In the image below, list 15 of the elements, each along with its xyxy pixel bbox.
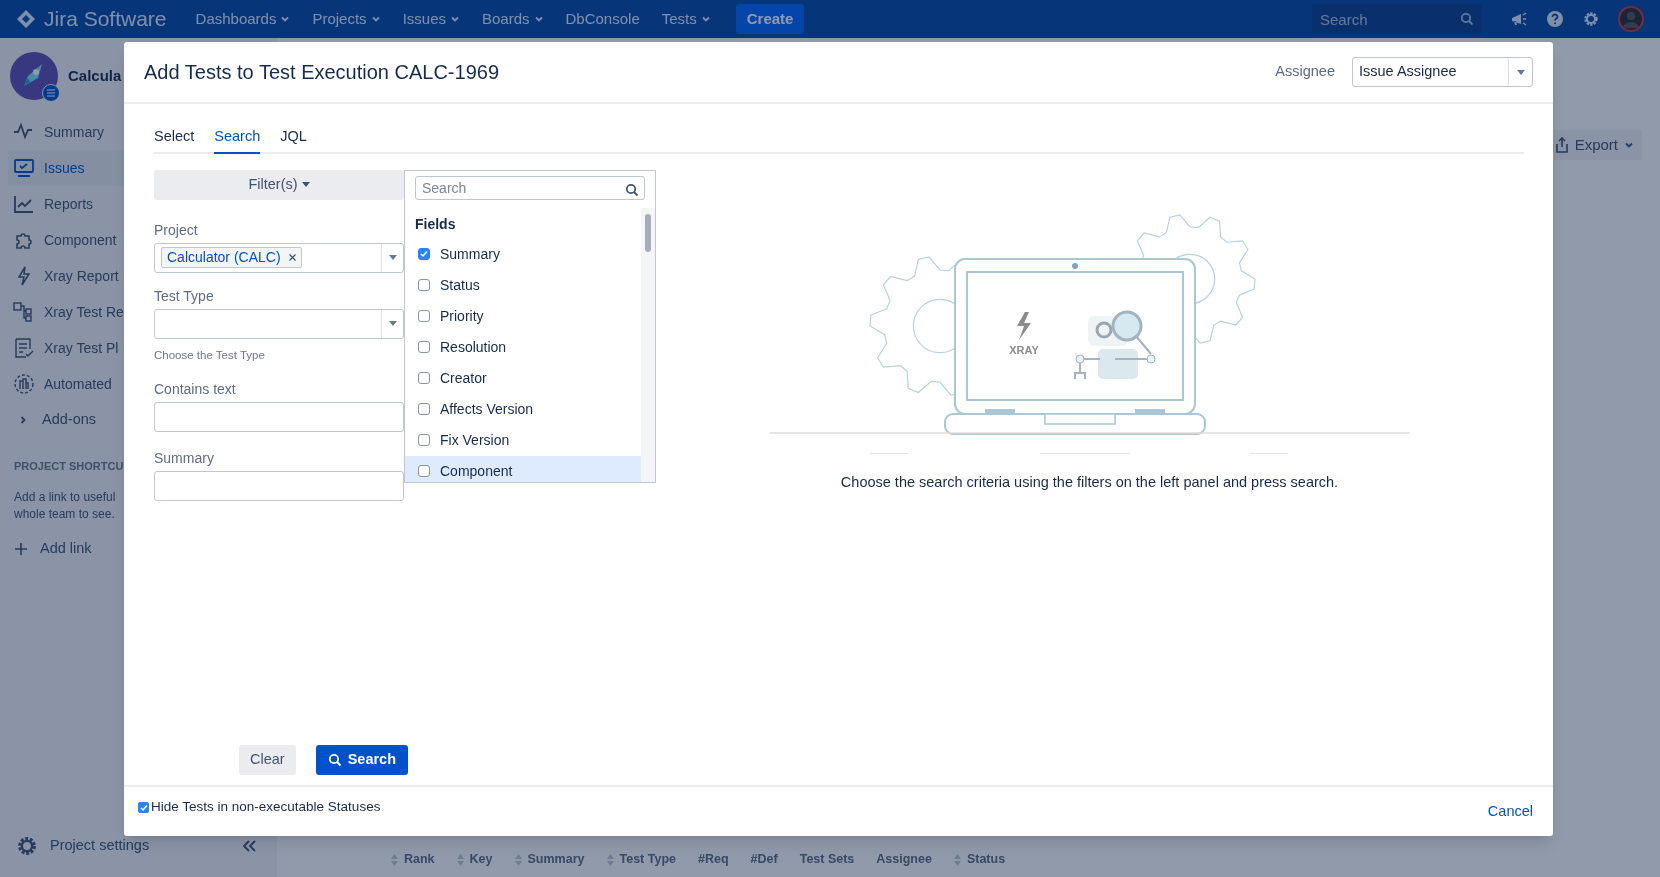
shortcut-hint-text: Add a link to useful <box>14 488 116 506</box>
assignee-label: Assignee <box>1275 62 1335 82</box>
empty-state-message: Choose the search criteria using the filters on the left panel and press search. <box>840 472 1339 492</box>
field-group-heading: Fields <box>414 214 457 234</box>
dialog-title: Add Tests to Test Execution CALC-1969 <box>144 60 500 85</box>
product-logo: Jira Software <box>44 6 167 33</box>
field-hint: Choose the Test Type <box>154 347 266 363</box>
field-label: Test Type <box>154 286 215 306</box>
field-label: Contains text <box>154 380 237 399</box>
field-label: Project <box>154 220 199 240</box>
field-label: Summary <box>154 449 215 468</box>
logo-text: XRAY <box>1008 343 1039 356</box>
project-name: Calcula <box>68 65 122 86</box>
section-heading: PROJECT SHORTCU <box>14 459 124 474</box>
shortcut-hint-text: whole team to see. <box>14 505 115 523</box>
